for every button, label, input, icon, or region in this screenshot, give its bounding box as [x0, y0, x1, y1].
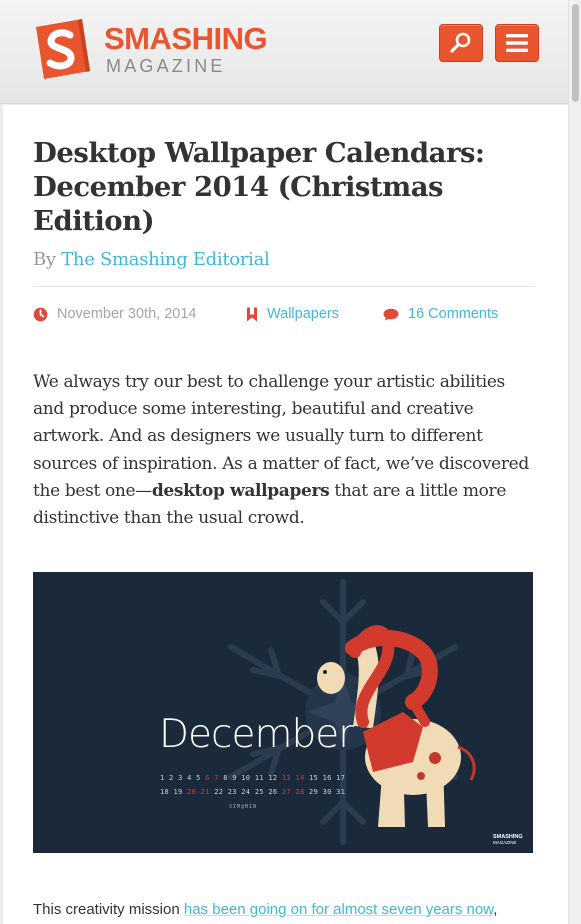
wallpaper-preview-image[interactable]: December 1 2 3 4 5 6 7 8 9 10 11 12 13 1…: [33, 572, 533, 853]
byline-label: By: [33, 249, 56, 270]
calendar-row: 18 19 20 21 22 23 24 25 26 27 28 29 30 3…: [160, 785, 350, 799]
search-button[interactable]: [439, 24, 483, 62]
article-paragraph: This creativity mission has been going o…: [33, 901, 553, 918]
hamburger-menu-icon: [506, 34, 528, 52]
scrollbar[interactable]: [568, 0, 581, 924]
scrollbar-thumb[interactable]: [572, 4, 579, 102]
divider: [33, 286, 535, 287]
brand-subtitle: MAGAZINE: [106, 56, 226, 76]
article-date: November 30th, 2014: [33, 304, 196, 324]
menu-button[interactable]: [495, 24, 539, 62]
calendar-day: 2: [169, 774, 179, 782]
watermark-bottom: MAGAZINE: [493, 840, 517, 845]
calendar-day: 30: [322, 788, 337, 796]
calendar-day: 23: [227, 788, 242, 796]
comments-text[interactable]: 16 Comments: [408, 306, 498, 322]
paragraph-text: This creativity mission: [33, 901, 184, 918]
calendar-day: 3: [178, 774, 188, 782]
calendar-row: 1 2 3 4 5 6 7 8 9 10 11 12 13 14 15 16 1…: [160, 771, 350, 785]
site-logo[interactable]: SMASHING MAGAZINE: [30, 17, 290, 87]
calendar-day: 18: [160, 788, 174, 796]
calendar-day: 15: [309, 774, 323, 782]
calendar-day: 8: [223, 774, 233, 782]
category-text[interactable]: Wallpapers: [267, 306, 339, 322]
calendar-day: 6: [205, 774, 215, 782]
article-container: Desktop Wallpaper Calendars: December 20…: [3, 105, 568, 924]
calendar-day: 22: [214, 788, 228, 796]
calendar-day: 26: [268, 788, 282, 796]
calendar-day: 12: [268, 774, 282, 782]
calendar-day: 13: [281, 774, 296, 782]
clock-icon: [33, 307, 48, 321]
category-link[interactable]: Wallpapers: [246, 304, 339, 324]
wallpaper-watermark: SMASHING MAGAZINE: [493, 834, 523, 846]
wallpaper-calendar-days: 1 2 3 4 5 6 7 8 9 10 11 12 13 14 15 16 1…: [160, 771, 350, 799]
calendar-day: 21: [200, 788, 215, 796]
calendar-day: 1: [160, 774, 170, 782]
comment-bubble-icon: [383, 308, 399, 320]
author-link[interactable]: The Smashing Editorial: [61, 249, 270, 270]
calendar-day: 5: [196, 774, 206, 782]
brand-name: SMASHING: [104, 21, 268, 56]
calendar-day: 28: [295, 788, 310, 796]
search-icon: [450, 32, 471, 53]
bookmark-icon: [247, 307, 257, 321]
calendar-day: 17: [336, 774, 346, 782]
wallpaper-month: December: [159, 712, 354, 757]
calendar-day: 20: [187, 788, 201, 796]
article-intro: We always try our best to challenge your…: [33, 369, 539, 532]
calendar-day: 7: [214, 774, 224, 782]
calendar-day: 24: [241, 788, 255, 796]
comments-link[interactable]: 16 Comments: [383, 304, 498, 324]
calendar-day: 11: [254, 774, 269, 782]
site-header: SMASHING MAGAZINE: [0, 0, 568, 104]
date-text: November 30th, 2014: [57, 306, 197, 322]
calendar-day: 4: [187, 774, 197, 782]
article-title: Desktop Wallpaper Calendars: December 20…: [33, 137, 485, 237]
calendar-day: 14: [295, 774, 310, 782]
calendar-day: 31: [336, 788, 346, 796]
calendar-day: 16: [322, 774, 337, 782]
smashing-logo-icon: [36, 19, 90, 79]
calendar-day: 27: [281, 788, 296, 796]
paragraph-text-end: ,: [493, 901, 498, 918]
calendar-day: 9: [232, 774, 242, 782]
article-byline: By The Smashing Editorial: [33, 249, 270, 270]
calendar-day: 19: [173, 788, 188, 796]
calendar-day: 29: [309, 788, 323, 796]
wallpaper-signature: XIM@MIN: [229, 804, 258, 810]
calendar-day: 25: [254, 788, 269, 796]
calendar-day: 10: [241, 774, 255, 782]
intro-emphasis: desktop wallpapers: [151, 480, 330, 501]
history-link[interactable]: has been going on for almost seven years…: [184, 901, 493, 918]
